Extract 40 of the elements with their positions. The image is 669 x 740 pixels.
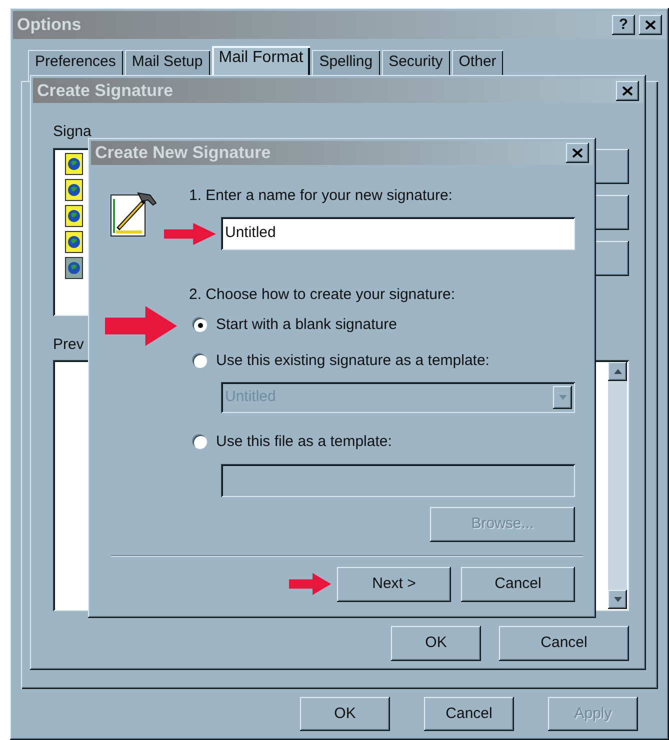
scroll-up-button[interactable]	[608, 362, 627, 381]
close-icon	[645, 20, 656, 30]
window-title: Create New Signature	[95, 142, 271, 164]
signature-file-icon[interactable]	[65, 152, 83, 174]
caret-icon	[558, 395, 566, 400]
close-icon	[572, 148, 583, 158]
signature-file-icon[interactable]	[65, 230, 83, 252]
step-label: 2. Choose how to create your signature:	[189, 284, 456, 304]
side-button[interactable]	[593, 194, 629, 230]
dialog-button[interactable]: Cancel	[461, 566, 575, 602]
close-button[interactable]	[616, 80, 639, 100]
field-value: Untitled	[225, 222, 276, 243]
scrollbar[interactable]	[608, 362, 627, 609]
radio-label[interactable]: Start with a blank signature	[216, 314, 397, 336]
window-title: Create Signature	[37, 80, 174, 102]
help-button[interactable]: ?	[612, 15, 635, 35]
dialog-button[interactable]: Cancel	[424, 697, 514, 731]
dialog-button[interactable]: Cancel	[499, 626, 629, 661]
radio-label[interactable]: Use this existing signature as a template:	[216, 350, 490, 372]
close-button[interactable]	[566, 143, 589, 163]
down-arrow-icon	[614, 597, 622, 602]
radio-button[interactable]	[193, 354, 207, 368]
dialog-button[interactable]: OK	[300, 697, 390, 731]
radio-button[interactable]	[193, 318, 207, 332]
side-button[interactable]	[593, 240, 629, 276]
close-button[interactable]	[639, 15, 662, 35]
close-icon	[622, 86, 633, 96]
dialog-button[interactable]: OK	[391, 626, 481, 661]
field-label: Signa	[53, 122, 92, 142]
signature-file-icon[interactable]	[65, 256, 83, 278]
up-arrow-icon	[614, 369, 622, 374]
scroll-down-button[interactable]	[608, 590, 627, 609]
radio-label[interactable]: Use this file as a template:	[216, 431, 392, 454]
radio-button[interactable]	[193, 435, 207, 450]
signature-file-icon[interactable]	[65, 178, 83, 200]
step-label: 1. Enter a name for your new signature:	[189, 186, 454, 206]
side-button[interactable]	[593, 148, 629, 184]
signature-file-icon[interactable]	[65, 204, 83, 226]
field-label: Prev	[53, 334, 85, 354]
window-title: Options	[17, 14, 82, 36]
